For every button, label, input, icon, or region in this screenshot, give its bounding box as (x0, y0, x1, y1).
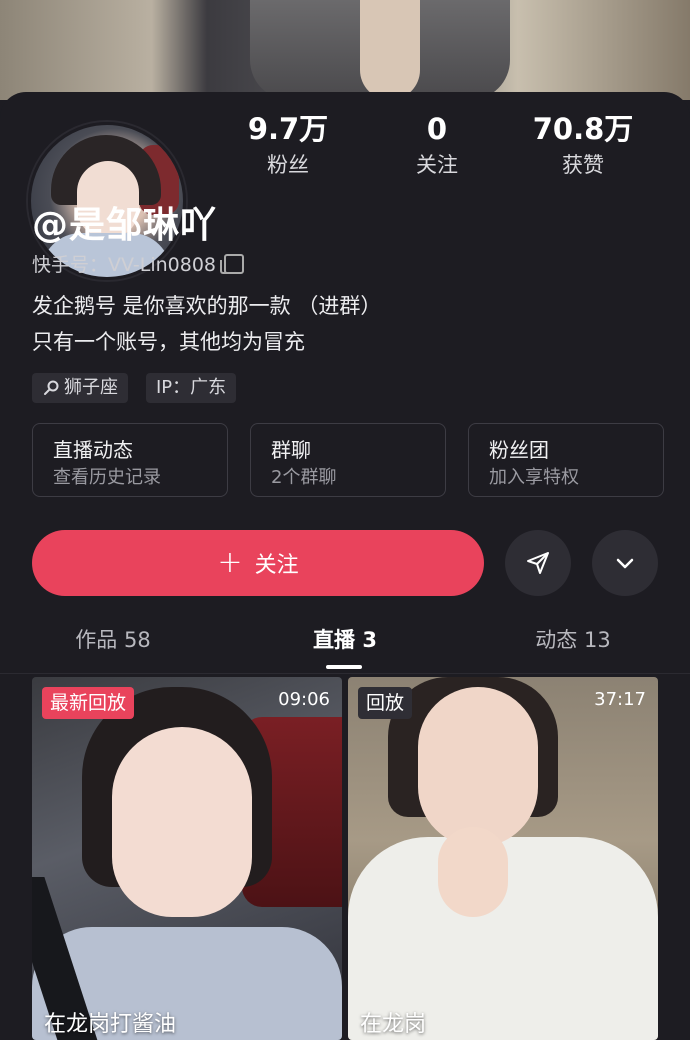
copy-icon[interactable] (220, 253, 244, 274)
card-subtitle: 2个群聊 (271, 467, 337, 488)
stat-value: 70.8万 (532, 112, 634, 146)
card-subtitle: 查看历史记录 (53, 467, 161, 488)
kuaishou-id[interactable]: 快手号：VV-Lin0808 (32, 250, 244, 277)
tab-live[interactable]: 直播 3 (245, 615, 445, 665)
zodiac-icon (44, 380, 59, 395)
chevron-down-icon (616, 558, 634, 569)
replay-badge: 回放 (358, 687, 413, 719)
follow-label: 关注 (254, 553, 299, 578)
stat-label: 关注 (416, 153, 458, 177)
stat-label: 粉丝 (267, 153, 309, 177)
card-title: 直播动态 (53, 438, 133, 462)
stat-likes[interactable]: 70.8万 获赞 (513, 110, 653, 182)
video-caption: 在龙岗 (360, 1012, 427, 1037)
follow-button[interactable]: + 关注 (32, 530, 484, 596)
stat-value: 9.7万 (247, 112, 329, 146)
stat-following[interactable]: 0 关注 (367, 110, 507, 182)
more-button[interactable] (592, 530, 658, 596)
card-subtitle: 加入享特权 (489, 467, 579, 488)
bio: 发企鹅号 是你喜欢的那一款 （进群） 只有一个账号，其他均为冒充 (32, 288, 381, 360)
tag-zodiac[interactable]: 狮子座 (32, 373, 128, 403)
video-caption: 在龙岗打酱油 (44, 1012, 177, 1037)
stat-value: 0 (426, 112, 448, 146)
send-icon (527, 552, 549, 574)
content-tabs: 作品 58 直播 3 动态 13 (0, 615, 690, 674)
bio-line: 只有一个账号，其他均为冒充 (32, 330, 305, 354)
bio-line: 发企鹅号 是你喜欢的那一款 （进群） (32, 294, 382, 318)
stats-row: 9.7万 粉丝 0 关注 70.8万 获赞 (0, 110, 690, 190)
share-button[interactable] (505, 530, 571, 596)
cover-banner (0, 0, 690, 100)
video-duration: 37:17 (594, 689, 646, 710)
card-group-chat[interactable]: 群聊 2个群聊 (250, 423, 446, 497)
tab-active-indicator (326, 665, 362, 669)
video-duration: 09:06 (278, 689, 330, 710)
plus-icon: + (217, 545, 243, 580)
tag-label: IP：广东 (156, 377, 227, 398)
replay-badge: 最新回放 (42, 687, 135, 719)
tab-works[interactable]: 作品 58 (13, 615, 213, 665)
card-fan-club[interactable]: 粉丝团 加入享特权 (468, 423, 664, 497)
card-title: 粉丝团 (489, 438, 549, 462)
tag-label: 狮子座 (64, 377, 118, 398)
card-live-history[interactable]: 直播动态 查看历史记录 (32, 423, 228, 497)
video-card[interactable]: 最新回放 09:06 在龙岗打酱油 (32, 677, 342, 1040)
tag-ip: IP：广东 (146, 373, 237, 403)
profile-name: @是邹琳吖 (32, 205, 218, 246)
video-card[interactable]: 回放 37:17 在龙岗 (348, 677, 658, 1040)
stat-fans[interactable]: 9.7万 粉丝 (218, 110, 358, 182)
card-title: 群聊 (271, 438, 311, 462)
kuaishou-id-text: 快手号：VV-Lin0808 (32, 254, 216, 276)
tab-moments[interactable]: 动态 13 (473, 615, 673, 665)
stat-label: 获赞 (562, 153, 604, 177)
